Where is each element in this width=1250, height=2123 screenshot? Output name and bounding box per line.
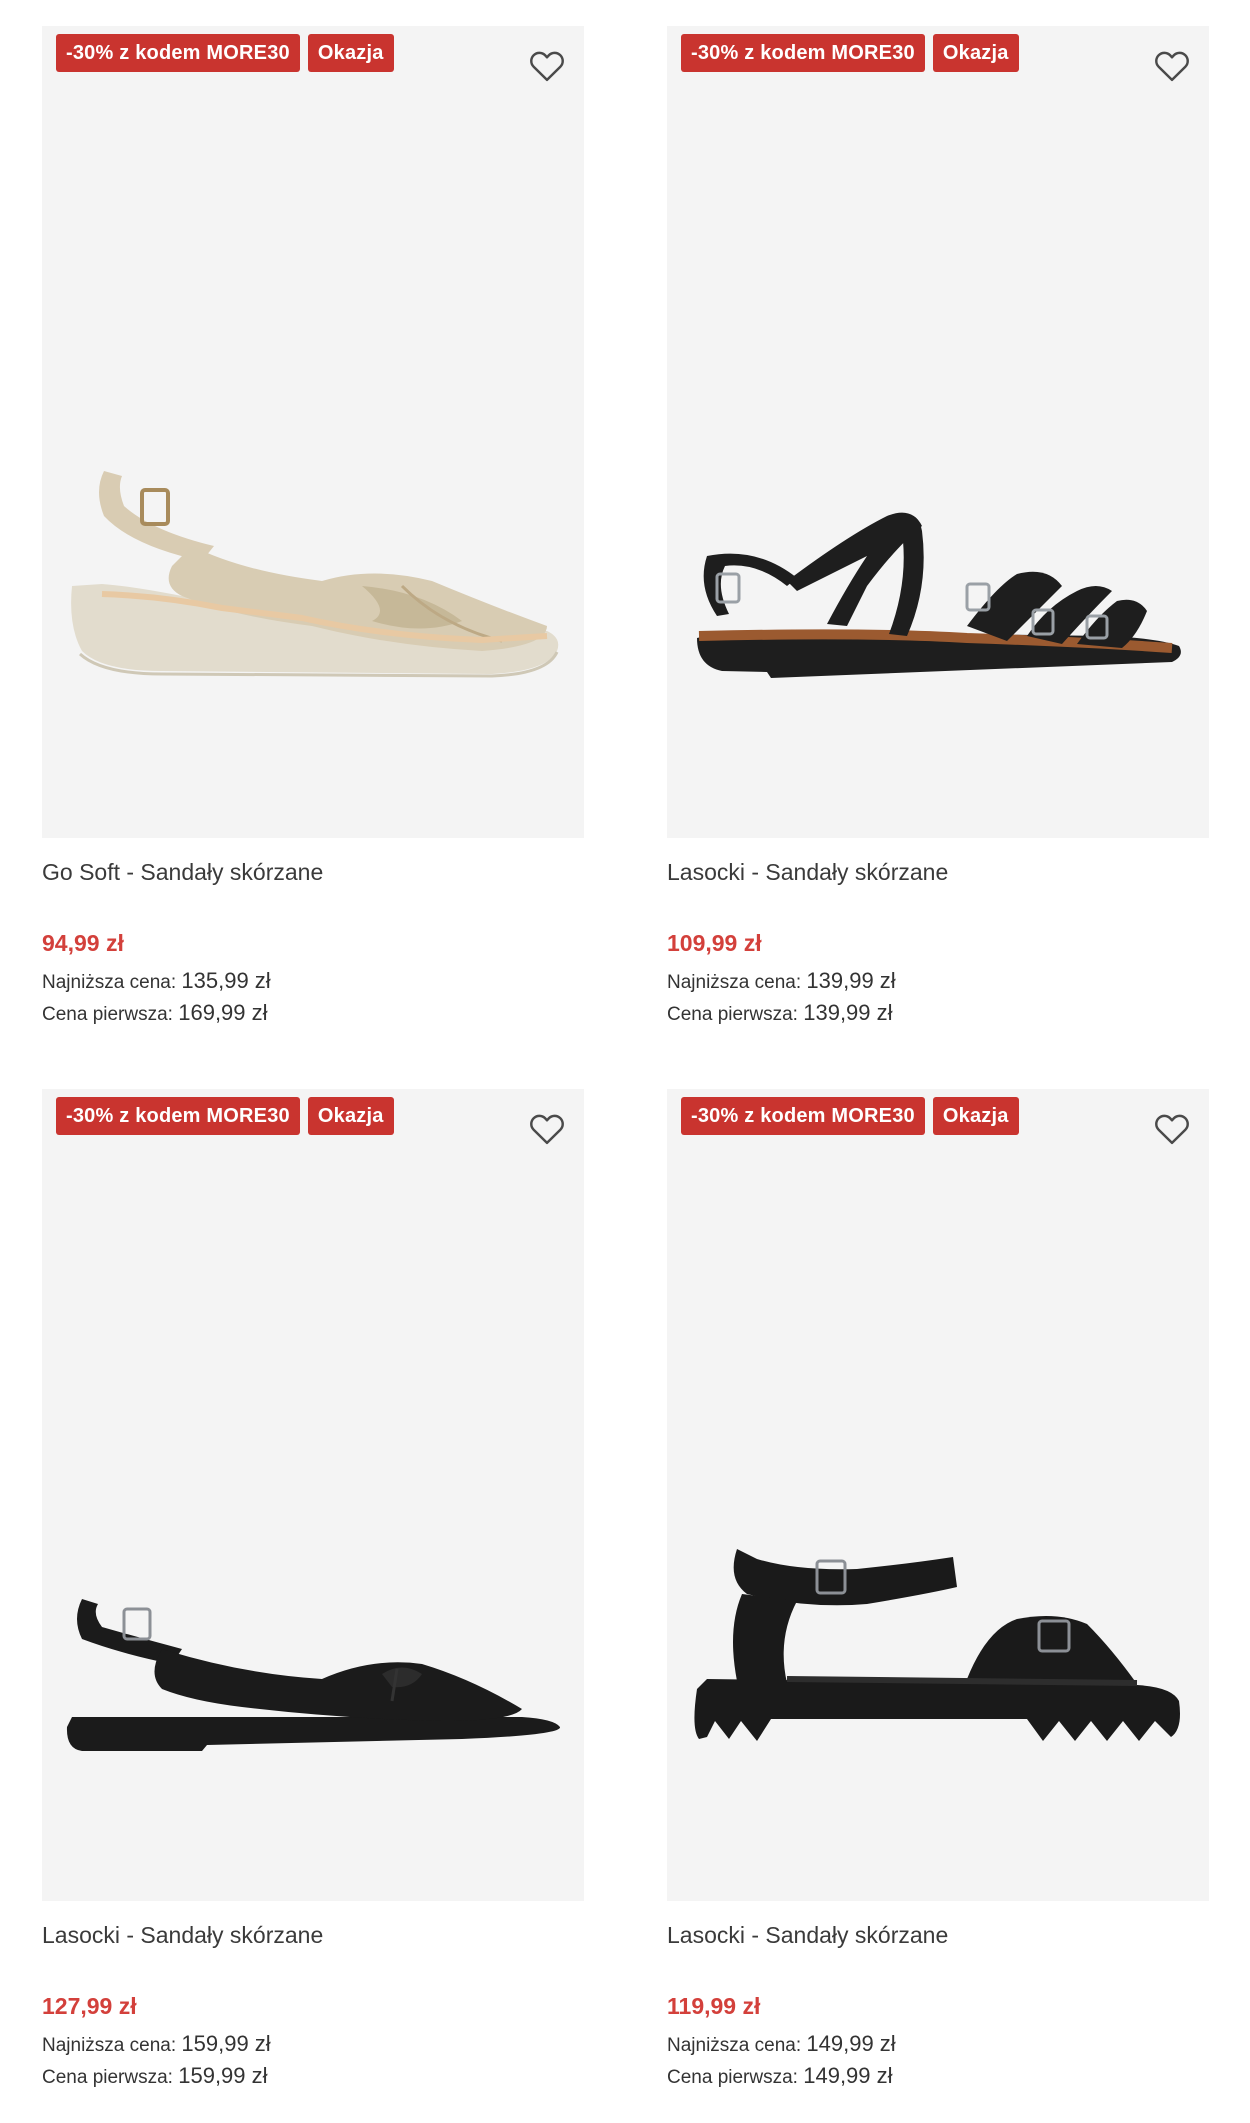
lowest-price-value: 139,99 zł (806, 968, 896, 993)
black-strappy-sandal-image[interactable] (667, 26, 1209, 838)
badge-group: -30% z kodem MORE30 Okazja (681, 1097, 1019, 1135)
product-card[interactable]: -30% z kodem MORE30 Okazja Lasocki - San… (42, 1089, 584, 2093)
product-price: 119,99 zł (667, 1993, 761, 2019)
discount-badge: -30% z kodem MORE30 (681, 34, 925, 72)
lowest-price-line: Najniższa cena: 139,99 zł (667, 966, 1209, 998)
wishlist-heart-icon[interactable] (526, 1107, 568, 1149)
wishlist-heart-icon[interactable] (1151, 1107, 1193, 1149)
product-name[interactable]: Go Soft - Sandały skórzane (42, 856, 584, 888)
discount-badge: -30% z kodem MORE30 (56, 1097, 300, 1135)
first-price-value: 149,99 zł (803, 2063, 893, 2088)
product-image-area[interactable]: -30% z kodem MORE30 Okazja (667, 1089, 1209, 1901)
product-image-area[interactable]: -30% z kodem MORE30 Okazja (42, 1089, 584, 1901)
product-name[interactable]: Lasocki - Sandały skórzane (667, 1919, 1209, 1951)
product-price: 94,99 zł (42, 930, 124, 956)
lowest-price-line: Najniższa cena: 149,99 zł (667, 2029, 1209, 2061)
product-image-area[interactable]: -30% z kodem MORE30 Okazja (42, 26, 584, 838)
product-name[interactable]: Lasocki - Sandały skórzane (42, 1919, 584, 1951)
lowest-price-value: 135,99 zł (181, 968, 271, 993)
first-price-label: Cena pierwsza: (667, 2067, 798, 2088)
lowest-price-label: Najniższa cena: (42, 2035, 177, 2056)
product-name[interactable]: Lasocki - Sandały skórzane (667, 856, 1209, 888)
discount-badge: -30% z kodem MORE30 (681, 1097, 925, 1135)
beige-wedge-sandal-image[interactable] (42, 26, 584, 838)
first-price-line: Cena pierwsza: 139,99 zł (667, 998, 1209, 1030)
black-slingback-sandal-image[interactable] (42, 1089, 584, 1901)
product-card[interactable]: -30% z kodem MORE30 Okazja Lasocki - San… (667, 26, 1209, 1030)
wishlist-heart-icon[interactable] (526, 44, 568, 86)
badge-group: -30% z kodem MORE30 Okazja (56, 1097, 394, 1135)
first-price-label: Cena pierwsza: (42, 2067, 173, 2088)
discount-badge: -30% z kodem MORE30 (56, 34, 300, 72)
deal-badge: Okazja (932, 1097, 1019, 1135)
lowest-price-label: Najniższa cena: (667, 972, 802, 993)
first-price-value: 139,99 zł (803, 1000, 893, 1025)
black-chunky-sandal-image[interactable] (667, 1089, 1209, 1901)
first-price-value: 159,99 zł (178, 2063, 268, 2088)
lowest-price-label: Najniższa cena: (42, 972, 177, 993)
lowest-price-value: 149,99 zł (806, 2031, 896, 2056)
product-image-area[interactable]: -30% z kodem MORE30 Okazja (667, 26, 1209, 838)
wishlist-heart-icon[interactable] (1151, 44, 1193, 86)
deal-badge: Okazja (307, 34, 394, 72)
first-price-label: Cena pierwsza: (667, 1004, 798, 1025)
first-price-line: Cena pierwsza: 169,99 zł (42, 998, 584, 1030)
first-price-line: Cena pierwsza: 149,99 zł (667, 2061, 1209, 2093)
deal-badge: Okazja (307, 1097, 394, 1135)
lowest-price-line: Najniższa cena: 159,99 zł (42, 2029, 584, 2061)
first-price-label: Cena pierwsza: (42, 1004, 173, 1025)
product-card[interactable]: -30% z kodem MORE30 Okazja Lasocki - San… (667, 1089, 1209, 2093)
lowest-price-label: Najniższa cena: (667, 2035, 802, 2056)
first-price-value: 169,99 zł (178, 1000, 268, 1025)
deal-badge: Okazja (932, 34, 1019, 72)
badge-group: -30% z kodem MORE30 Okazja (56, 34, 394, 72)
lowest-price-line: Najniższa cena: 135,99 zł (42, 966, 584, 998)
badge-group: -30% z kodem MORE30 Okazja (681, 34, 1019, 72)
product-card[interactable]: -30% z kodem MORE30 Okazja Go Soft - San… (42, 26, 584, 1030)
product-price: 109,99 zł (667, 930, 762, 956)
product-price: 127,99 zł (42, 1993, 137, 2019)
first-price-line: Cena pierwsza: 159,99 zł (42, 2061, 584, 2093)
lowest-price-value: 159,99 zł (181, 2031, 271, 2056)
